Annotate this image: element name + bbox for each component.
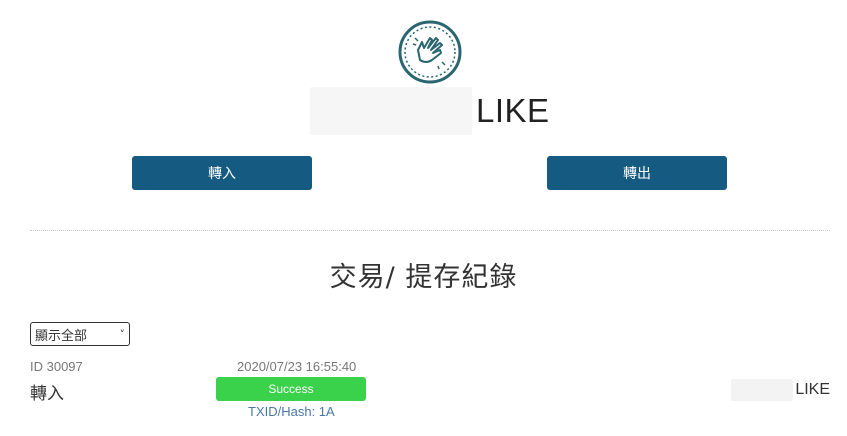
balance-amount-redacted — [310, 87, 472, 135]
section-divider — [30, 230, 830, 231]
filter-selected-value: 顯示全部 — [35, 328, 88, 344]
transaction-timestamp: 2020/07/23 16:55:40 — [237, 359, 357, 374]
transaction-amount-redacted — [731, 379, 794, 401]
transaction-id: ID 30097 — [30, 359, 83, 374]
history-title: 交易/ 提存紀錄 — [329, 262, 518, 293]
transfer-in-button[interactable]: 轉入 — [132, 156, 312, 190]
txid-link[interactable]: TXID/Hash: 1A — [248, 404, 335, 419]
balance-currency: LIKE — [476, 92, 550, 129]
transfer-out-button[interactable]: 轉出 — [547, 156, 727, 190]
transaction-amount: LIKE — [731, 378, 830, 402]
balance-display: LIKE — [310, 87, 550, 135]
status-badge: Success — [216, 377, 366, 401]
transaction-currency: LIKE — [795, 381, 830, 398]
history-filter-select[interactable]: 顯示全部 ˅ — [30, 322, 130, 346]
chevron-down-icon: ˅ — [119, 327, 126, 341]
transaction-type: 轉入 — [30, 384, 64, 404]
clapping-hands-icon — [398, 20, 462, 84]
